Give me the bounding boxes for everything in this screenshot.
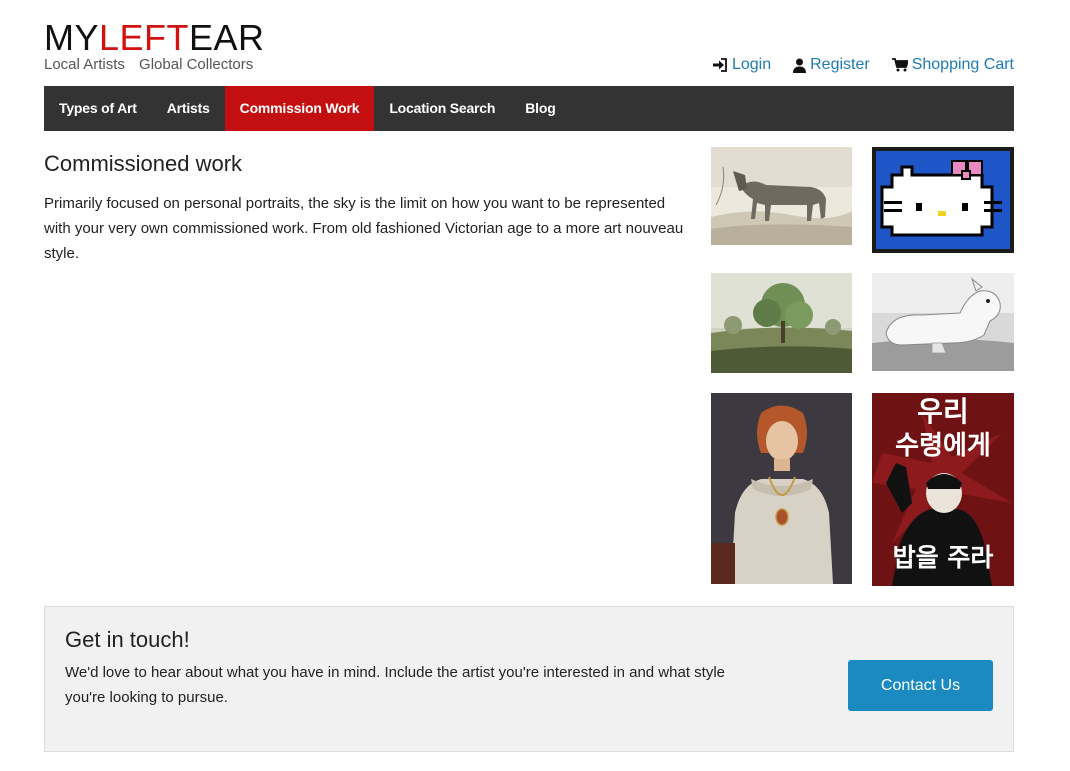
contact-panel: Get in touch! We'd love to hear about wh… [44,606,1014,752]
nav-commission-work[interactable]: Commission Work [224,86,375,131]
shopping-cart-icon [891,58,908,72]
gallery-image-poster[interactable]: 우리 수령에게 밥을 주라 [872,393,1014,586]
main-content: Commissioned work Primarily focused on p… [44,151,694,266]
register-label: Register [810,56,870,73]
tagline-global: Global Collectors [139,56,254,73]
contact-title: Get in touch! [65,627,190,652]
nav-types-of-art[interactable]: Types of Art [44,86,152,131]
gallery-image-pixel-cat[interactable] [872,147,1014,253]
user-links: Login Register Shopping Cart [712,56,1014,74]
page-title: Commissioned work [44,151,243,176]
site-tagline: Local Artists Global Collectors [44,56,263,73]
page-description: Primarily focused on personal portraits,… [44,195,684,262]
gallery-image-dog[interactable] [872,273,1014,371]
site-header: MYLEFTEAR Local Artists Global Collector… [44,18,1014,78]
poster-caption-line-2: 수령에게 [895,431,991,461]
gallery-image-portrait[interactable] [711,393,852,584]
nav-artists[interactable]: Artists [152,86,225,131]
login-label: Login [731,56,772,73]
login-link[interactable]: Login [712,56,771,74]
tagline-local: Local Artists [44,56,125,73]
nav-blog[interactable]: Blog [510,86,570,131]
shopping-cart-label: Shopping Cart [911,56,1014,73]
poster-caption-bottom: 밥을 주라 [892,543,994,572]
nav-location-search[interactable]: Location Search [374,86,510,131]
register-link[interactable]: Register [793,56,870,74]
logo-part-left: LEFT [99,17,190,58]
artwork-gallery: 우리 수령에게 밥을 주라 [711,147,1014,587]
shopping-cart-link[interactable]: Shopping Cart [891,56,1014,74]
poster-caption-line-1: 우리 [917,395,969,428]
site-logo[interactable]: MYLEFTEAR [44,18,265,58]
main-nav: Types of Art Artists Commission Work Loc… [44,86,1014,131]
gallery-image-tree[interactable] [711,273,852,373]
contact-us-button[interactable]: Contact Us [848,660,993,711]
sign-in-icon [712,58,727,72]
user-icon [793,58,807,73]
logo-part-my: MY [44,17,99,58]
contact-description: We'd love to hear about what you have in… [65,664,725,706]
gallery-image-horse[interactable] [711,147,852,245]
poster-caption-top: 우리 수령에게 [872,395,1014,463]
logo-part-ear: EAR [189,17,265,58]
